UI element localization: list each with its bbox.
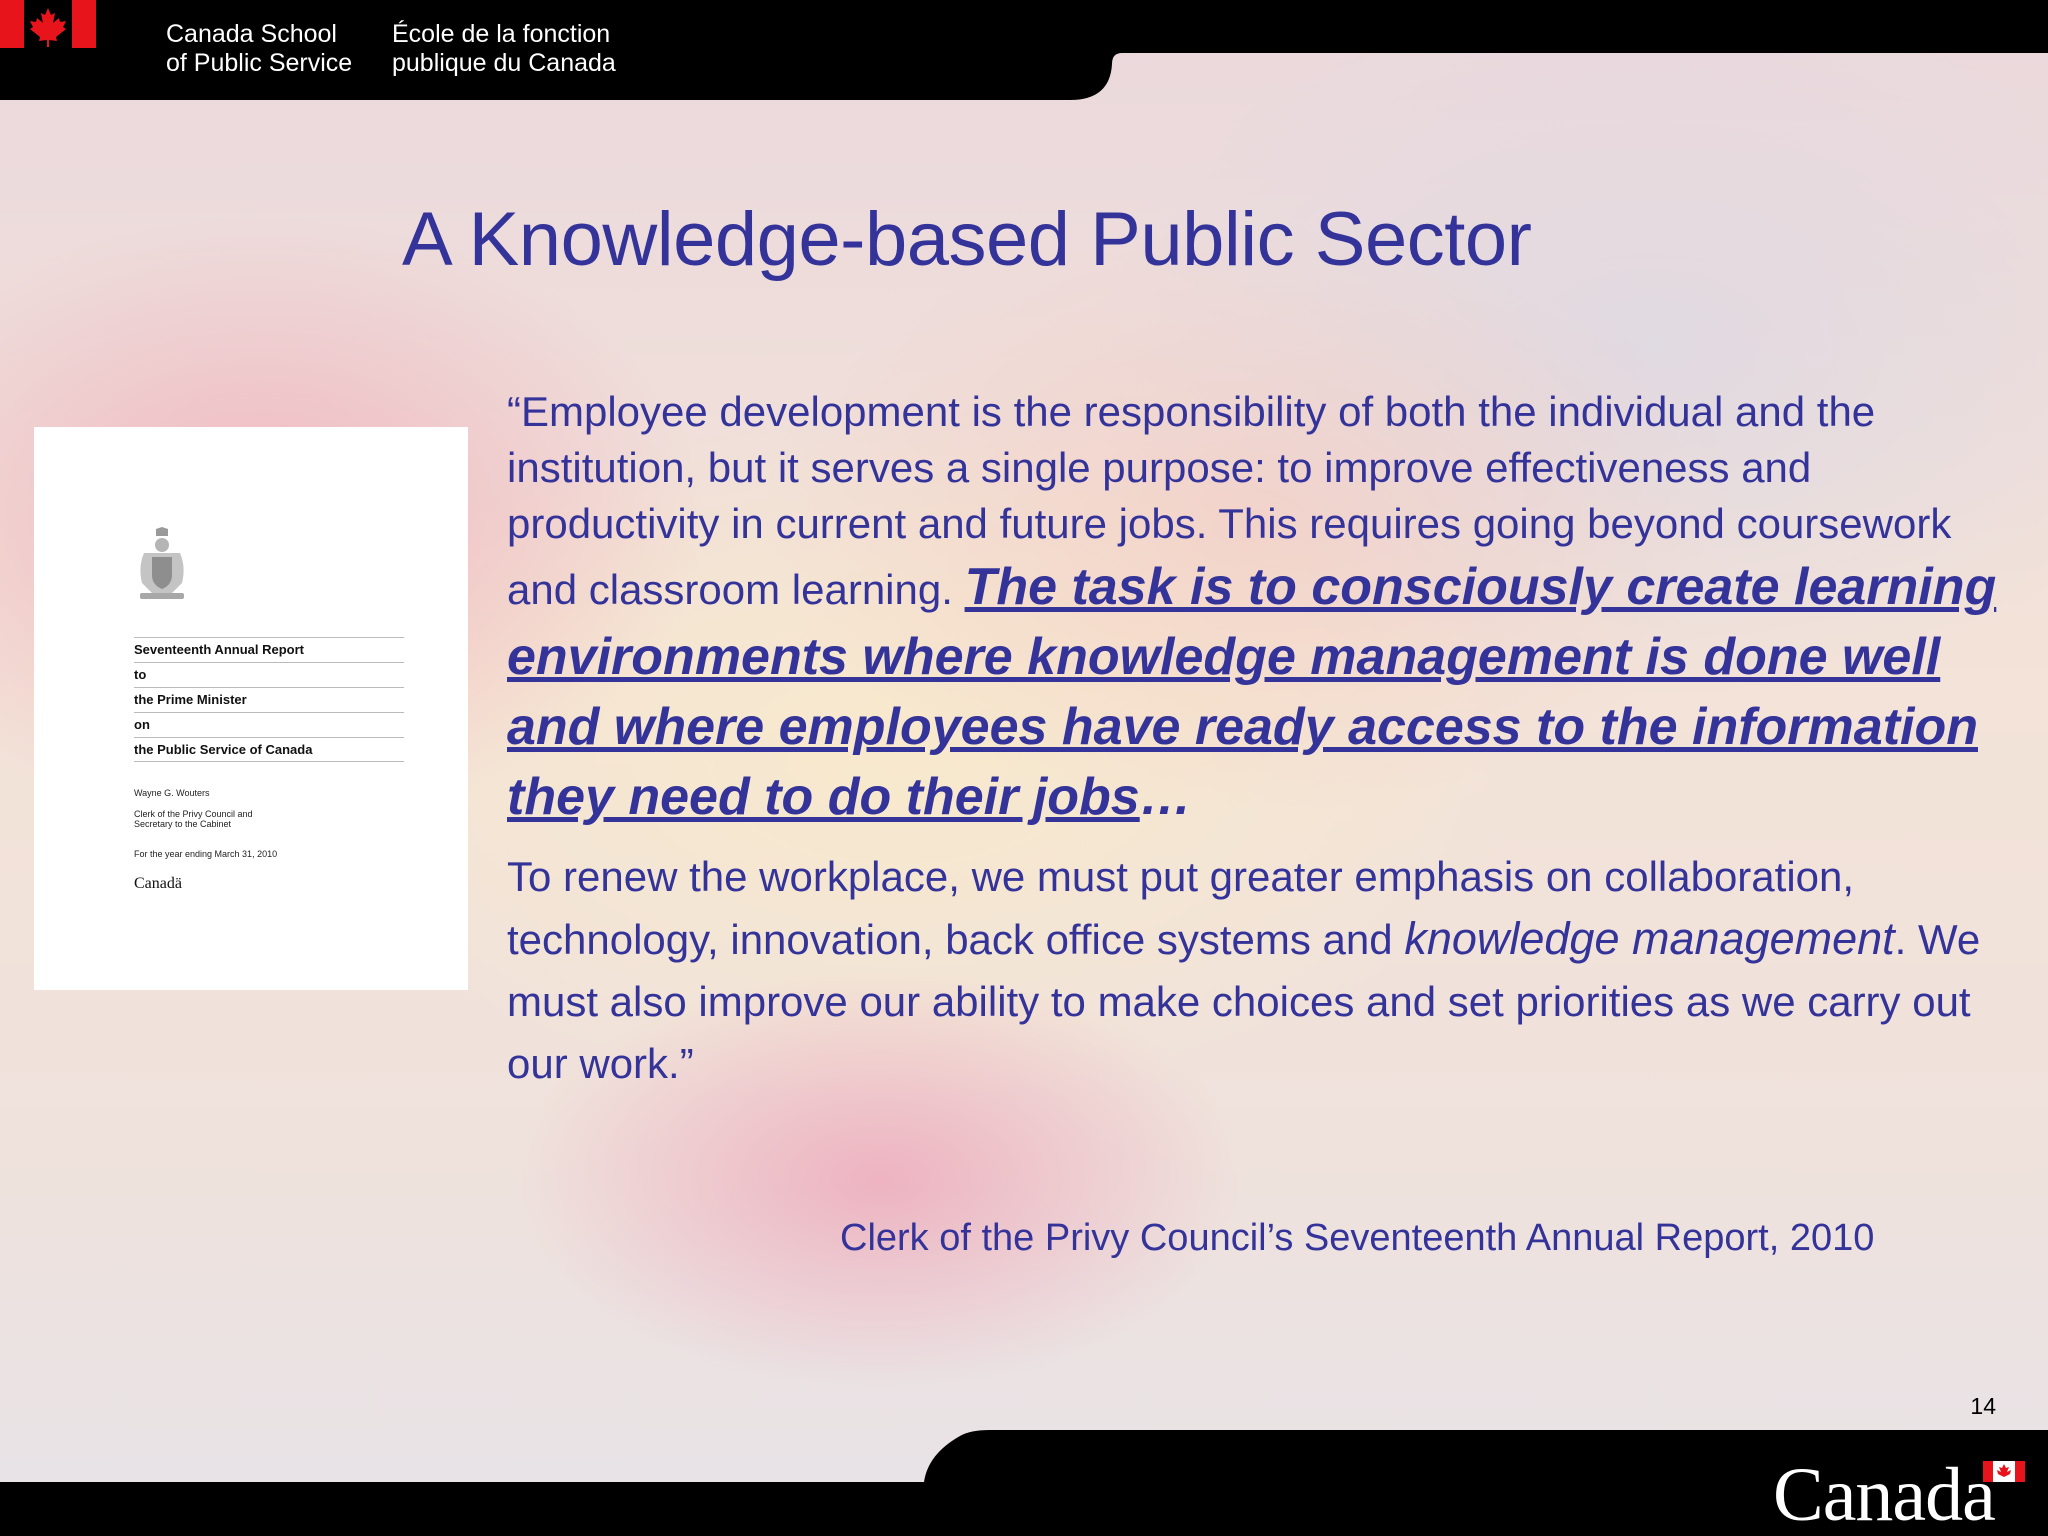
report-title-lines: Seventeenth Annual Report to the Prime M… xyxy=(134,637,404,762)
org-fr-line-1: École de la fonction xyxy=(392,20,611,48)
report-cover-image: Seventeenth Annual Report to the Prime M… xyxy=(34,427,468,990)
report-role-line-2: Secretary to the Cabinet xyxy=(134,819,232,829)
report-line-4: on xyxy=(134,712,404,737)
slide-title: A Knowledge-based Public Sector xyxy=(402,197,1532,282)
canada-flag-icon xyxy=(0,0,96,48)
quote-paragraph-2: To renew the workplace, we must put grea… xyxy=(507,846,2007,1095)
footer-bar xyxy=(0,1430,2048,1536)
report-line-5: the Public Service of Canada xyxy=(134,737,404,762)
para2-italic: knowledge management xyxy=(1404,913,1895,964)
quote-emphasis-part-2: and where employees have ready access to… xyxy=(507,698,1978,826)
report-canada-logo: Canadä xyxy=(134,875,182,892)
org-name-french: École de la fonction publique du Canada xyxy=(392,20,616,78)
report-period: For the year ending March 31, 2010 xyxy=(134,849,278,859)
coat-of-arms-icon xyxy=(140,527,184,599)
quote-block: “Employee development is the responsibil… xyxy=(507,384,2007,1095)
org-en-line-1: Canada School xyxy=(166,20,337,48)
header-bar: Canada School of Public Service École de… xyxy=(0,0,2048,100)
canada-wordmark-flag-icon xyxy=(1983,1461,2025,1482)
report-line-1: Seventeenth Annual Report xyxy=(134,637,404,662)
quote-ellipsis: … xyxy=(1139,768,1192,826)
quote-attribution: Clerk of the Privy Council’s Seventeenth… xyxy=(840,1217,1875,1259)
report-line-2: to xyxy=(134,662,404,687)
report-line-3: the Prime Minister xyxy=(134,687,404,712)
canada-wordmark: Canada xyxy=(1773,1453,1996,1536)
org-name-english: Canada School of Public Service xyxy=(166,20,352,78)
footer-bar-shape xyxy=(0,1430,2048,1536)
org-en-line-2: of Public Service xyxy=(166,49,353,77)
org-fr-line-2: publique du Canada xyxy=(392,49,616,77)
page-number: 14 xyxy=(1970,1393,1996,1419)
report-author: Wayne G. Wouters xyxy=(134,788,210,798)
quote-paragraph-1: “Employee development is the responsibil… xyxy=(507,384,2007,832)
